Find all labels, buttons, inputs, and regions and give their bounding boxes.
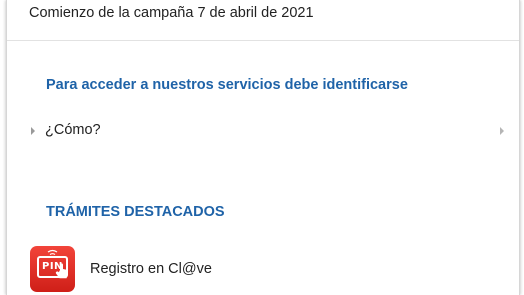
campaign-start-text: Comienzo de la campaña 7 de abril de 202… [29, 5, 314, 21]
page-panel: Comienzo de la campaña 7 de abril de 202… [6, 0, 520, 295]
expand-arrow-icon[interactable] [500, 127, 504, 135]
pin-icon[interactable] [30, 246, 75, 292]
registro-clave-link[interactable]: Registro en Cl@ve [90, 261, 212, 277]
tramites-heading: TRÁMITES DESTACADOS [46, 204, 225, 220]
triangle-right-icon [31, 127, 35, 135]
divider [7, 40, 519, 41]
how-link[interactable]: ¿Cómo? [45, 122, 101, 138]
identify-heading: Para acceder a nuestros servicios debe i… [46, 77, 408, 93]
